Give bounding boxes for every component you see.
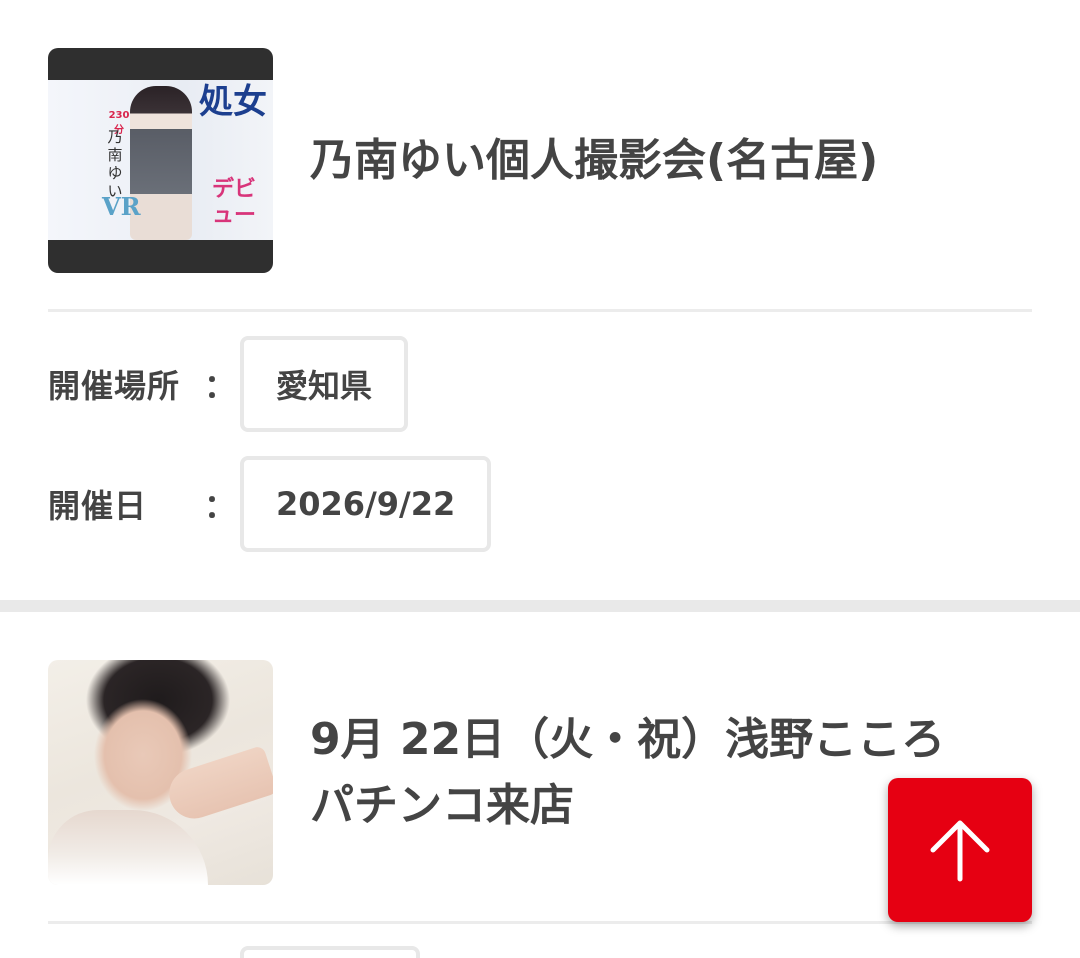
place-colon: ： [204,367,237,405]
event-thumbnail[interactable]: 処女 デビュー 230分 乃南ゆい VR [48,48,273,273]
date-value-box[interactable]: 2026/9/22 [240,456,492,552]
date-colon: ： [204,487,237,525]
place-value-box[interactable]: 愛知県 [240,336,409,432]
place-row: 開催場所 ： 愛知県 [48,336,409,432]
photo-shoulder [48,810,208,885]
photo-arm [162,745,273,825]
place-value-box[interactable] [240,946,420,958]
poster-name-text: 乃南ゆい [107,128,123,200]
poster-image: 処女 デビュー 230分 乃南ゆい VR [48,80,273,240]
back-to-top-button[interactable] [888,778,1032,922]
place-value: 愛知県 [276,367,373,405]
date-row: 開催日 ： 2026/9/22 [48,456,492,552]
arrow-up-icon [930,820,990,882]
divider [48,921,1032,924]
event-thumbnail[interactable] [48,660,273,885]
event-header[interactable]: 処女 デビュー 230分 乃南ゆい VR 乃南ゆい個人撮影会(名古屋) [48,48,1032,273]
event-title-line1: 9月 22日（火・祝）浅野こころ [310,713,946,765]
event-title[interactable]: 乃南ゆい個人撮影会(名古屋) [310,128,878,194]
poster-subtitle-text: デビュー [211,176,256,228]
place-label: 開催場所 [48,367,181,405]
poster-vr-badge: VR [102,192,141,221]
date-label: 開催日 [48,487,148,525]
event-header[interactable]: 9月 22日（火・祝）浅野こころ パチンコ来店 [48,660,1032,885]
event-list-page: 処女 デビュー 230分 乃南ゆい VR 乃南ゆい個人撮影会(名古屋) 開催場所… [0,0,1080,958]
event-card[interactable]: 処女 デビュー 230分 乃南ゆい VR 乃南ゆい個人撮影会(名古屋) 開催場所… [0,0,1080,600]
date-value: 2026/9/22 [276,485,456,523]
divider [48,309,1032,312]
section-separator [0,600,1080,612]
poster-title-text: 処女 [199,82,267,122]
